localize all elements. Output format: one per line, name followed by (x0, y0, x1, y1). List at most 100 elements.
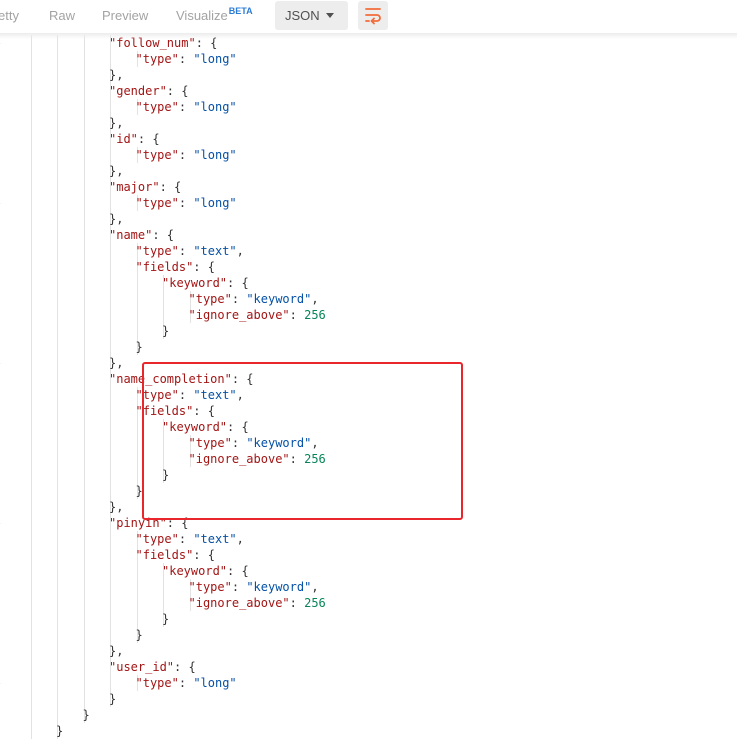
line-number: 4 (0, 675, 4, 691)
tab-visualize-label: Visualize (176, 8, 228, 23)
indent-guide (83, 483, 85, 499)
indent-guide (110, 195, 111, 211)
indent-guide (110, 419, 111, 435)
line-number: 8 (0, 579, 4, 595)
indent-guide (83, 51, 85, 67)
code-line: }, (109, 643, 123, 659)
code-line: }, (109, 211, 123, 227)
indent-guide (30, 307, 32, 323)
tab-pretty[interactable]: etty (0, 8, 19, 23)
json-number: 256 (304, 452, 326, 466)
line-number: 5 (0, 211, 4, 227)
json-code-editor[interactable]: 4"follow_num": {5"type": "long"6},7"gend… (0, 33, 737, 739)
line-number: 2 (0, 483, 4, 499)
indent-guide (57, 387, 58, 403)
indent-guide (30, 403, 32, 419)
json-key: "fields" (135, 548, 194, 562)
tab-preview[interactable]: Preview (102, 8, 148, 23)
line-number: 1 (0, 147, 4, 163)
json-punctuation: : (178, 244, 194, 258)
chevron-down-icon (326, 13, 334, 18)
json-punctuation: : { (193, 404, 215, 418)
json-punctuation: }, (109, 500, 124, 514)
json-punctuation: : { (227, 564, 249, 578)
indent-guide (30, 243, 32, 259)
indent-guide (30, 435, 32, 451)
json-punctuation: : { (193, 260, 215, 274)
tab-raw[interactable]: Raw (49, 8, 75, 23)
indent-guide (110, 451, 111, 467)
indent-guide (30, 211, 32, 227)
indent-guide (136, 579, 138, 595)
line-number: 0 (0, 451, 4, 467)
code-line: "type": "long" (136, 195, 237, 211)
json-key: "fields" (135, 260, 194, 274)
json-string: "keyword" (246, 292, 312, 306)
json-punctuation: }, (109, 164, 124, 178)
indent-guide (57, 627, 58, 643)
json-punctuation: } (162, 324, 170, 338)
indent-guide (30, 499, 32, 515)
json-punctuation: }, (109, 116, 124, 130)
indent-guide (30, 387, 32, 403)
code-line: "user_id": { (109, 659, 196, 675)
json-punctuation: , (311, 580, 319, 594)
indent-guide (83, 355, 85, 371)
indent-guide (163, 451, 164, 467)
indent-guide (83, 131, 85, 147)
indent-guide (30, 179, 32, 195)
code-line: "fields": { (136, 547, 215, 563)
format-select-value: JSON (285, 8, 320, 23)
line-number: 5 (0, 531, 4, 547)
indent-guide (83, 659, 85, 675)
line-number: 7 (0, 243, 4, 259)
response-toolbar: etty Raw Preview VisualizeBETA JSON (0, 0, 737, 33)
indent-guide (30, 627, 32, 643)
indent-guide (110, 147, 111, 163)
indent-guide (30, 163, 32, 179)
json-punctuation: : { (159, 180, 182, 194)
indent-guide (57, 531, 58, 547)
indent-guide (110, 275, 111, 291)
indent-guide (136, 275, 138, 291)
code-line: "name_completion": { (109, 371, 254, 387)
line-number: 6 (0, 707, 4, 723)
tab-visualize[interactable]: VisualizeBETA (176, 6, 253, 23)
indent-guide (110, 403, 111, 419)
indent-guide (83, 547, 85, 563)
line-number: 7 (0, 403, 4, 419)
json-key: "type" (135, 244, 179, 258)
indent-guide (83, 307, 85, 323)
indent-guide (57, 579, 58, 595)
line-number: 1 (0, 627, 4, 643)
indent-guide (57, 499, 58, 515)
indent-guide (136, 291, 138, 307)
code-line: } (162, 467, 169, 483)
indent-guide (57, 243, 58, 259)
wrap-lines-button[interactable] (358, 1, 388, 30)
format-select[interactable]: JSON (275, 1, 348, 30)
indent-guide (136, 467, 138, 483)
indent-guide (110, 291, 111, 307)
indent-guide (110, 307, 111, 323)
code-line: "keyword": { (162, 275, 249, 291)
json-key: "type" (135, 100, 179, 114)
indent-guide (57, 467, 58, 483)
line-number: 7 (0, 83, 4, 99)
line-number: 9 (0, 115, 4, 131)
indent-guide (57, 67, 58, 83)
indent-guide (57, 451, 58, 467)
indent-guide (30, 419, 32, 435)
json-punctuation: : { (152, 228, 175, 242)
line-number: 4 (0, 515, 4, 531)
line-number: 4 (0, 355, 4, 371)
json-punctuation: : { (166, 516, 189, 530)
indent-guide (57, 131, 58, 147)
indent-guide (83, 339, 85, 355)
json-key: "type" (135, 196, 179, 210)
indent-guide (110, 323, 111, 339)
indent-guide (57, 275, 58, 291)
indent-guide (57, 435, 58, 451)
indent-guide (83, 179, 85, 195)
indent-guide (83, 83, 85, 99)
